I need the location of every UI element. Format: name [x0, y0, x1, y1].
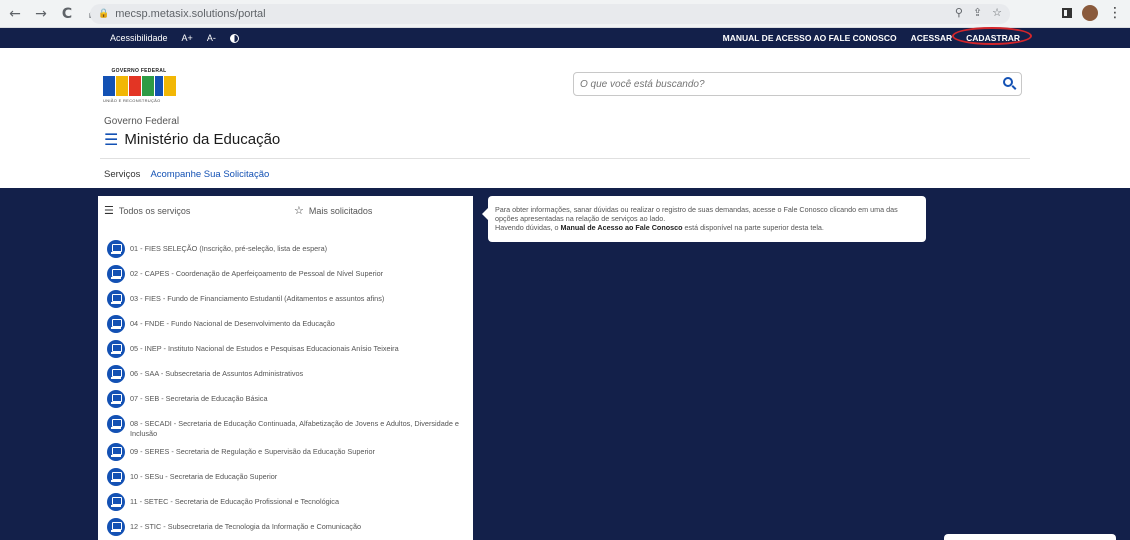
logo-bottom-text: UNIÃO E RECONSTRUÇÃO — [103, 98, 161, 103]
tab-all-services[interactable]: ☰ Todos os serviços — [104, 204, 190, 217]
computer-icon — [107, 365, 125, 383]
browser-toolbar: ← → C ⌂ 🔒 mecsp.metasix.solutions/portal… — [0, 0, 1130, 28]
menu-icon[interactable]: ☰ — [104, 130, 118, 149]
computer-icon — [107, 265, 125, 283]
service-label: 04 - FNDE - Fundo Nacional de Desenvolvi… — [130, 319, 335, 328]
side-panel-icon[interactable] — [1062, 8, 1072, 18]
computer-icon — [107, 340, 125, 358]
main-content: ☰ Todos os serviços ☆ Mais solicitados 0… — [0, 188, 1130, 540]
service-item[interactable]: 02 - CAPES - Coordenação de Aperfeiçoame… — [107, 265, 462, 283]
info-text-2-pre: Havendo dúvidas, o — [495, 223, 561, 232]
service-label: 05 - INEP - Instituto Nacional de Estudo… — [130, 344, 399, 353]
computer-icon — [107, 493, 125, 511]
breadcrumb: Serviços Acompanhe Sua Solicitação — [104, 169, 269, 180]
search-input[interactable] — [580, 78, 980, 90]
reload-icon[interactable]: C — [56, 3, 78, 25]
service-label: 01 - FIES SELEÇÃO (Inscrição, pré-seleçã… — [130, 244, 328, 253]
government-label: Governo Federal — [104, 116, 180, 127]
info-text-1: Para obter informações, sanar dúvidas ou… — [495, 205, 898, 223]
computer-icon — [107, 315, 125, 333]
computer-icon — [107, 390, 125, 408]
services-panel: ☰ Todos os serviços ☆ Mais solicitados 0… — [98, 196, 473, 540]
zoom-icon[interactable]: ⚲ — [955, 6, 963, 19]
font-decrease-button[interactable]: A- — [207, 33, 216, 43]
service-label: 11 - SETEC - Secretaria de Educação Prof… — [130, 497, 340, 506]
address-bar[interactable]: 🔒 mecsp.metasix.solutions/portal ⚲ ⇪ ☆ — [90, 4, 1010, 24]
share-icon[interactable]: ⇪ — [973, 6, 982, 19]
service-item[interactable]: 03 - FIES - Fundo de Financiamento Estud… — [107, 290, 462, 308]
star-icon: ☆ — [294, 204, 304, 217]
service-label: 03 - FIES - Fundo de Financiamento Estud… — [130, 294, 385, 303]
site-header: GOVERNO FEDERAL UNIÃO E RECONSTRUÇÃO Gov… — [0, 48, 1130, 188]
top-bar: Acessibilidade A+ A- MANUAL DE ACESSO AO… — [0, 27, 1130, 48]
service-label: 08 - SECADI - Secretaria de Educação Con… — [130, 419, 459, 438]
chat-widget-edge[interactable] — [944, 534, 1116, 540]
service-label: 06 - SAA - Subsecretaria de Assuntos Adm… — [130, 369, 304, 378]
profile-avatar[interactable] — [1082, 5, 1098, 21]
header-divider — [100, 158, 1030, 159]
all-services-label: Todos os serviços — [118, 205, 191, 216]
service-item[interactable]: 10 - SESu - Secretaria de Educação Super… — [107, 468, 462, 486]
more-icon[interactable]: ⋮ — [1108, 5, 1122, 21]
computer-icon — [107, 468, 125, 486]
info-tooltip: Para obter informações, sanar dúvidas ou… — [482, 196, 926, 242]
tab-most-requested[interactable]: ☆ Mais solicitados — [294, 204, 372, 217]
bookmark-star-icon[interactable]: ☆ — [992, 6, 1002, 19]
service-label: 02 - CAPES - Coordenação de Aperfeiçoame… — [130, 269, 384, 278]
computer-icon — [107, 415, 125, 433]
logo-word — [103, 76, 183, 96]
lock-icon: 🔒 — [98, 9, 110, 19]
accessibility-link[interactable]: Acessibilidade — [110, 33, 168, 43]
services-link[interactable]: Serviços — [104, 169, 140, 180]
service-item[interactable]: 05 - INEP - Instituto Nacional de Estudo… — [107, 340, 462, 358]
service-label: 10 - SESu - Secretaria de Educação Super… — [130, 472, 278, 481]
back-icon[interactable]: ← — [4, 3, 26, 25]
page-title: ☰ Ministério da Educação — [104, 130, 280, 149]
manual-link[interactable]: MANUAL DE ACESSO AO FALE CONOSCO — [723, 33, 897, 43]
access-link[interactable]: ACESSAR — [911, 33, 953, 43]
service-item[interactable]: 12 - STIC - Subsecretaria de Tecnologia … — [107, 518, 462, 536]
service-item[interactable]: 07 - SEB - Secretaria de Educação Básica — [107, 390, 462, 408]
search-icon[interactable] — [1003, 77, 1013, 87]
contrast-icon[interactable] — [229, 33, 239, 43]
service-item[interactable]: 01 - FIES SELEÇÃO (Inscrição, pré-seleçã… — [107, 240, 462, 258]
font-increase-button[interactable]: A+ — [182, 33, 193, 43]
computer-icon — [107, 518, 125, 536]
computer-icon — [107, 240, 125, 258]
service-item[interactable]: 04 - FNDE - Fundo Nacional de Desenvolvi… — [107, 315, 462, 333]
url-text: mecsp.metasix.solutions/portal — [115, 8, 266, 20]
info-text-2-post: está disponível na parte superior desta … — [682, 223, 824, 232]
service-item[interactable]: 11 - SETEC - Secretaria de Educação Prof… — [107, 493, 462, 511]
most-requested-label: Mais solicitados — [308, 205, 373, 216]
search-box[interactable] — [573, 72, 1022, 96]
service-label: 07 - SEB - Secretaria de Educação Básica — [130, 394, 268, 403]
service-item[interactable]: 09 - SERES - Secretaria de Regulação e S… — [107, 443, 462, 461]
highlight-ellipse — [952, 27, 1033, 45]
list-icon: ☰ — [104, 204, 114, 217]
logo-top-text: GOVERNO FEDERAL — [111, 68, 167, 74]
computer-icon — [107, 443, 125, 461]
track-request-link[interactable]: Acompanhe Sua Solicitação — [150, 169, 269, 180]
service-label: 09 - SERES - Secretaria de Regulação e S… — [130, 447, 375, 456]
forward-icon[interactable]: → — [30, 3, 52, 25]
service-item[interactable]: 08 - SECADI - Secretaria de Educação Con… — [107, 415, 462, 439]
service-label: 12 - STIC - Subsecretaria de Tecnologia … — [130, 522, 362, 531]
service-item[interactable]: 06 - SAA - Subsecretaria de Assuntos Adm… — [107, 365, 462, 383]
ministry-name: Ministério da Educação — [124, 131, 281, 148]
manual-reference: Manual de Acesso ao Fale Conosco — [560, 223, 683, 232]
computer-icon — [107, 290, 125, 308]
brasil-logo[interactable]: GOVERNO FEDERAL UNIÃO E RECONSTRUÇÃO — [103, 68, 183, 108]
